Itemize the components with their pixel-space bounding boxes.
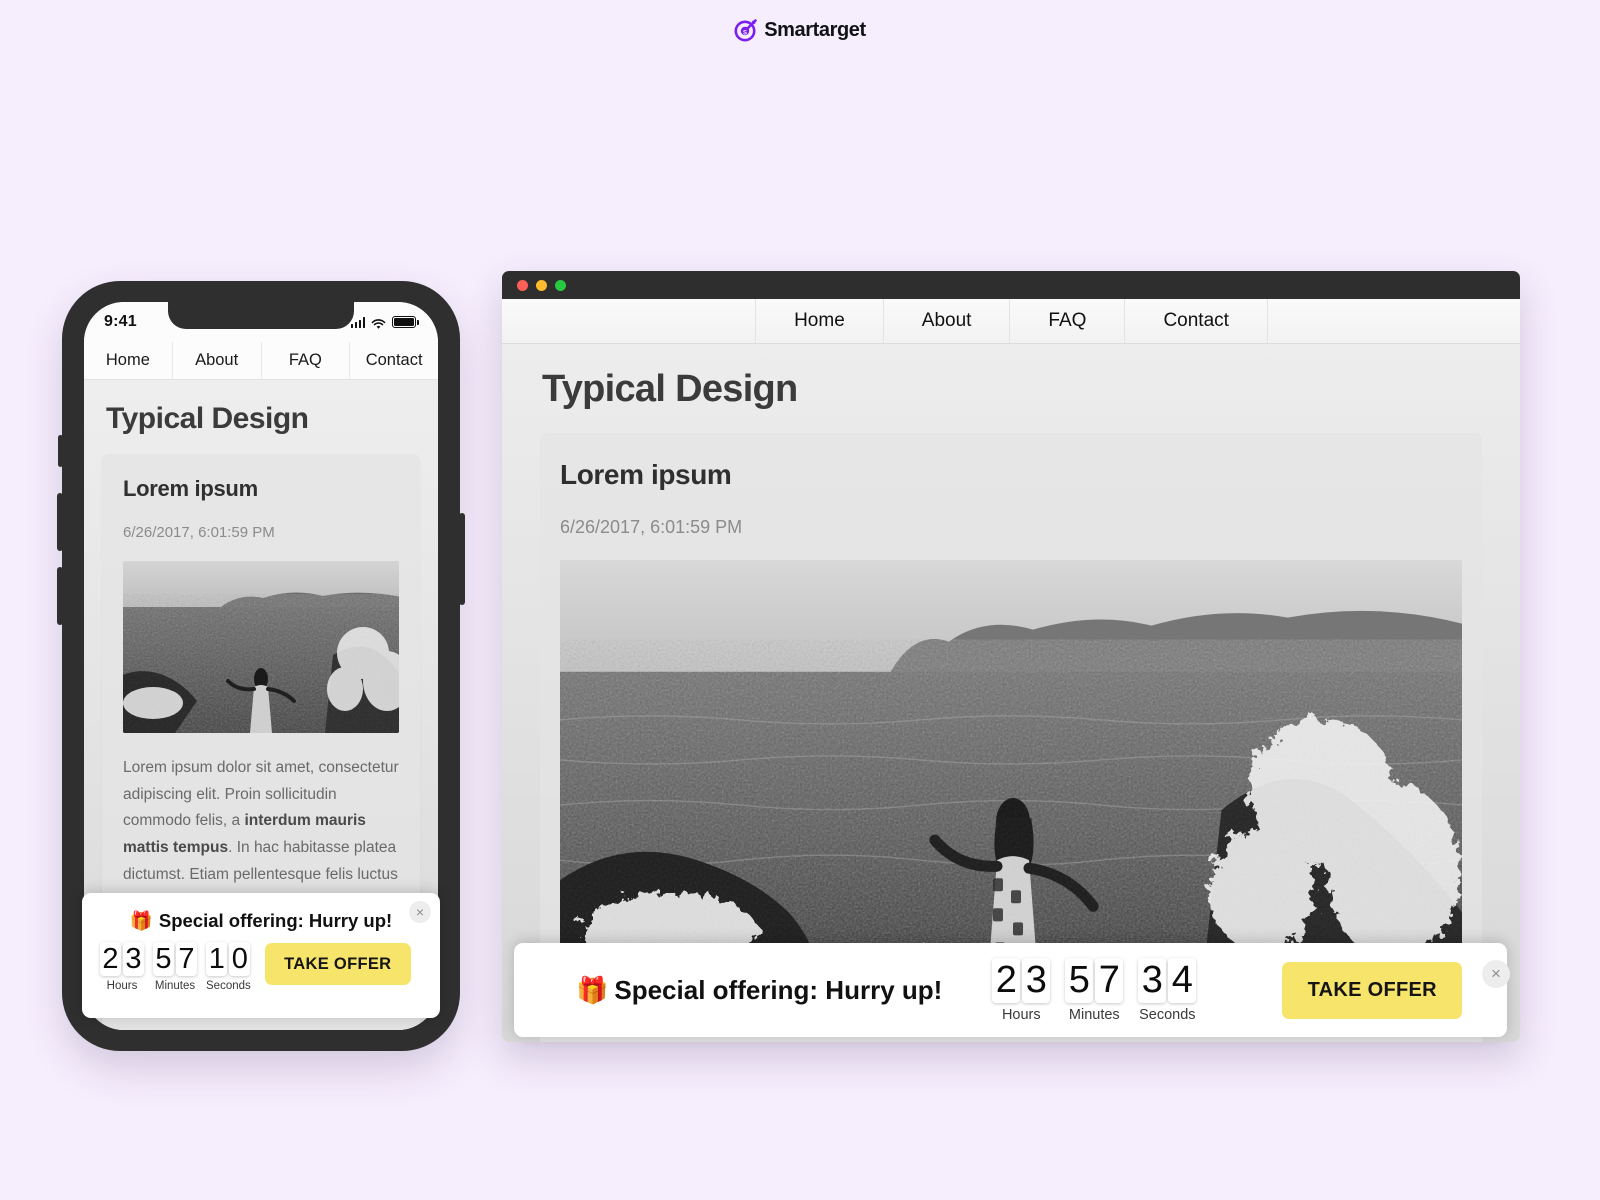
cellular-signal-icon	[350, 317, 365, 328]
desktop-page-content: Typical Design Lorem ipsum 6/26/2017, 6:…	[502, 344, 1520, 1042]
nav-item-home[interactable]: Home	[755, 299, 883, 343]
nav-spacer-right	[1266, 299, 1520, 343]
status-time: 9:41	[104, 313, 137, 330]
digit: 2	[100, 942, 121, 976]
digit: 3	[1138, 957, 1167, 1003]
mobile-countdown: 2 3 Hours 5 7 Minutes 1 0 Seconds	[100, 942, 251, 992]
countdown-seconds-digits: 3 4	[1138, 957, 1197, 1003]
countdown-hours-digits: 2 3	[992, 957, 1051, 1003]
article-date: 6/26/2017, 6:01:59 PM	[560, 517, 743, 537]
nav-item-about[interactable]: About	[882, 299, 1010, 343]
window-close-button[interactable]	[517, 279, 528, 291]
article-title: Lorem ipsum	[123, 476, 258, 501]
gift-icon: 🎁	[576, 974, 609, 1005]
mobile-banner-row: 2 3 Hours 5 7 Minutes 1 0 Seconds TAKE O…	[82, 932, 440, 992]
brand-logo: S Smartarget	[0, 18, 1600, 42]
desktop-offer-title: 🎁 Special offering: Hurry up!	[576, 975, 942, 1006]
window-maximize-button[interactable]	[555, 279, 566, 291]
take-offer-button[interactable]: TAKE OFFER	[264, 943, 411, 985]
browser-titlebar	[502, 271, 1520, 299]
brand-name: Smartarget	[764, 18, 866, 41]
close-icon[interactable]: ×	[1482, 960, 1510, 988]
mobile-page-title: Typical Design	[106, 402, 309, 435]
countdown-seconds: 3 4 Seconds	[1138, 957, 1197, 1023]
take-offer-button[interactable]: TAKE OFFER	[1282, 961, 1463, 1019]
countdown-hours-label: Hours	[1001, 1006, 1041, 1023]
window-minimize-button[interactable]	[536, 279, 547, 291]
countdown-minutes-digits: 5 7	[153, 942, 197, 976]
desktop-offer-title-text: Special offering: Hurry up!	[614, 974, 943, 1005]
article-photo	[123, 561, 399, 733]
digit: 3	[123, 942, 144, 976]
desktop-page-title: Typical Design	[542, 368, 798, 410]
digit: 3	[1022, 957, 1051, 1003]
article-body: Lorem ipsum dolor sit amet, consectetur …	[123, 755, 399, 915]
countdown-minutes-label: Minutes	[154, 980, 196, 992]
phone-notch	[168, 302, 354, 329]
svg-text:S: S	[743, 30, 747, 36]
phone-volume-up-button[interactable]	[57, 493, 63, 551]
countdown-hours: 2 3 Hours	[100, 942, 144, 992]
mobile-offer-title-text: Special offering: Hurry up!	[158, 910, 393, 931]
close-icon[interactable]: ×	[409, 901, 431, 923]
countdown-seconds-digits: 1 0	[206, 942, 251, 976]
digit: 1	[206, 942, 228, 976]
phone-volume-down-button[interactable]	[57, 567, 63, 625]
mobile-offer-title: 🎁 Special offering: Hurry up!	[82, 893, 440, 932]
article-title: Lorem ipsum	[560, 459, 732, 490]
countdown-minutes: 5 7 Minutes	[153, 942, 197, 992]
countdown-minutes-digits: 5 7	[1065, 957, 1124, 1003]
digit: 4	[1168, 957, 1197, 1003]
nav-item-contact[interactable]: Contact	[1124, 299, 1266, 343]
countdown-minutes: 5 7 Minutes	[1065, 957, 1124, 1023]
desktop-countdown: 2 3 Hours 5 7 Minutes 3 4 Seconds	[992, 957, 1197, 1023]
digit: 5	[153, 942, 174, 976]
countdown-minutes-label: Minutes	[1068, 1006, 1120, 1023]
digit: 7	[176, 942, 197, 976]
digit: 7	[1095, 957, 1124, 1003]
screenshot-stage: S Smartarget 9:41 Home About FAQ Contact…	[0, 0, 1600, 1200]
countdown-hours-digits: 2 3	[100, 942, 144, 976]
desktop-offer-banner: 🎁 Special offering: Hurry up! 2 3 Hours 5…	[514, 943, 1510, 1037]
article-date: 6/26/2017, 6:01:59 PM	[123, 524, 275, 541]
countdown-hours-label: Hours	[106, 980, 138, 992]
desktop-browser-mockup: Home About FAQ Contact Typical Design Lo…	[502, 271, 1520, 1042]
countdown-hours: 2 3 Hours	[992, 957, 1051, 1023]
battery-full-icon	[392, 316, 419, 328]
phone-power-button[interactable]	[459, 513, 465, 605]
nav-item-contact[interactable]: Contact	[350, 342, 438, 379]
nav-item-about[interactable]: About	[173, 342, 262, 379]
article-photo	[560, 560, 1462, 990]
countdown-seconds: 1 0 Seconds	[206, 942, 251, 992]
countdown-seconds-label: Seconds	[206, 980, 251, 992]
wifi-icon	[371, 317, 386, 329]
status-icons	[350, 316, 419, 329]
nav-item-home[interactable]: Home	[84, 342, 173, 379]
nav-item-faq[interactable]: FAQ	[262, 342, 351, 379]
mobile-offer-banner: × 🎁 Special offering: Hurry up! 2 3 Hours…	[82, 893, 440, 1018]
desktop-nav[interactable]: Home About FAQ Contact	[502, 299, 1520, 344]
nav-item-faq[interactable]: FAQ	[1009, 299, 1124, 343]
gift-icon: 🎁	[129, 910, 153, 931]
digit: 0	[229, 942, 251, 976]
countdown-seconds-label: Seconds	[1139, 1006, 1196, 1023]
digit: 2	[992, 957, 1021, 1003]
mobile-nav[interactable]: Home About FAQ Contact	[84, 342, 438, 380]
target-dart-icon: S	[734, 18, 758, 42]
phone-mute-switch[interactable]	[58, 435, 63, 467]
digit: 5	[1065, 957, 1094, 1003]
